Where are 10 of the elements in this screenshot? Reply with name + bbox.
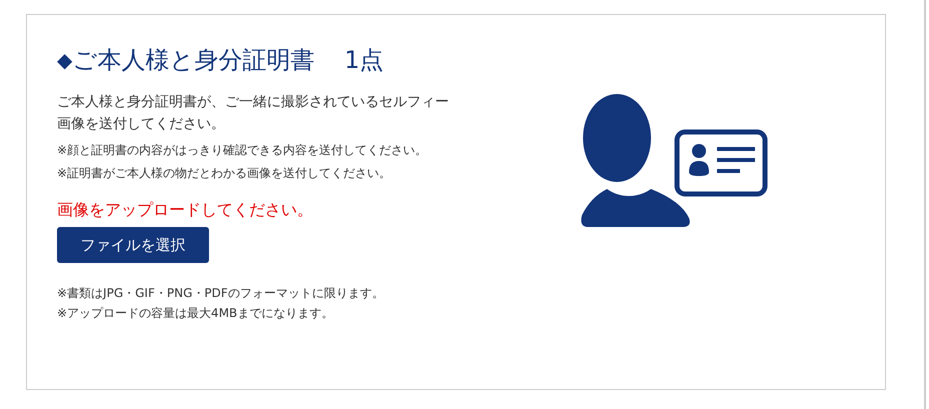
- file-select-button[interactable]: ファイルを選択: [57, 227, 209, 263]
- note-text: ※証明書がご本人様の物だとわかる画像を送付してください。: [57, 165, 392, 182]
- section-title: ご本人様と身分証明書: [72, 45, 314, 76]
- description-text: ご本人様と身分証明書が、ご一緒に撮影されているセルフィー画像を送付してください。: [57, 93, 450, 134]
- item-count: 1点: [344, 45, 384, 76]
- diamond-icon: ◆: [57, 43, 72, 77]
- note-text: ※顔と証明書の内容がはっきり確認できる内容を送付してください。: [57, 142, 428, 159]
- note-text: ※書類はJPG・GIF・PNG・PDFのフォーマットに限ります。: [57, 285, 385, 302]
- note-text: ※アップロードの容量は最大4MBまでになります。: [57, 305, 334, 322]
- error-message: 画像をアップロードしてください。: [57, 199, 314, 221]
